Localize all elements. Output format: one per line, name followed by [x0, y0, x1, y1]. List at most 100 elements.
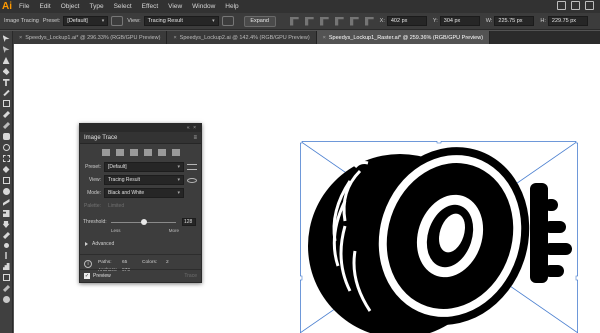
view-dropdown[interactable]: Tracing Result ▾: [143, 16, 219, 26]
view-select[interactable]: Tracing Result ▾: [104, 175, 184, 185]
trace-button[interactable]: Trace: [184, 273, 197, 279]
type-tool-icon[interactable]: [2, 79, 10, 86]
align-right-icon[interactable]: [319, 16, 329, 26]
document-tab-active[interactable]: × Speedys_Lockup1_Raster.ai* @ 259.36% (…: [316, 31, 491, 44]
paths-label: Paths:: [98, 260, 112, 265]
checkmark-icon[interactable]: ✓: [84, 273, 90, 279]
h-field[interactable]: H: 229.75 px: [540, 16, 588, 26]
grayscale-icon[interactable]: [144, 148, 152, 156]
hand-tool-icon[interactable]: [2, 296, 10, 303]
rotate-tool-icon[interactable]: [2, 144, 10, 151]
document-tab-bar: × Speedys_Lockup1.ai* @ 296.33% (RGB/GPU…: [13, 31, 600, 44]
w-value[interactable]: 225.75 px: [494, 16, 535, 26]
eye-icon[interactable]: [221, 16, 234, 26]
low-color-icon[interactable]: [130, 148, 138, 156]
threshold-slider-knob[interactable]: [140, 218, 147, 225]
menu-file[interactable]: File: [14, 0, 34, 13]
slice-tool-icon[interactable]: [2, 284, 10, 293]
eye-icon[interactable]: [187, 177, 197, 183]
advanced-toggle[interactable]: Advanced: [80, 239, 201, 249]
auto-color-icon[interactable]: [102, 148, 110, 156]
align-bottom-icon[interactable]: [364, 16, 374, 26]
outline-icon[interactable]: [172, 148, 180, 156]
paintbrush-tool-icon[interactable]: [2, 110, 10, 119]
y-value[interactable]: 304 px: [439, 16, 480, 26]
menu-edit[interactable]: Edit: [34, 0, 55, 13]
preset-options-icon[interactable]: [111, 16, 124, 26]
shape-builder-tool-icon[interactable]: [2, 188, 10, 195]
perspective-tool-icon[interactable]: [2, 199, 10, 206]
close-icon[interactable]: ×: [173, 35, 176, 41]
panel-menu-icon[interactable]: ≡: [193, 135, 197, 141]
x-field[interactable]: X: 402 px: [380, 16, 427, 26]
eraser-tool-icon[interactable]: [2, 133, 10, 140]
menu-object[interactable]: Object: [56, 0, 85, 13]
blend-tool-icon[interactable]: [3, 243, 9, 248]
free-transform-tool-icon[interactable]: [2, 177, 10, 184]
menu-select[interactable]: Select: [109, 0, 137, 13]
preview-checkbox[interactable]: ✓ Preview: [84, 273, 111, 279]
bbox-handle[interactable]: [300, 141, 303, 144]
paths-stat: Paths: 65: [98, 259, 130, 267]
gradient-tool-icon[interactable]: [2, 221, 10, 228]
y-field[interactable]: Y: 304 px: [433, 16, 480, 26]
preset-select[interactable]: [Default] ▾: [104, 162, 184, 172]
threshold-slider[interactable]: [111, 218, 176, 225]
eyedropper-tool-icon[interactable]: [2, 231, 10, 240]
selection-tool-icon[interactable]: [2, 35, 10, 42]
tab-label: Speedys_Lockup1.ai* @ 296.33% (RGB/GPU P…: [25, 34, 161, 41]
bbox-handle[interactable]: [300, 275, 303, 281]
bbox-handle[interactable]: [575, 275, 578, 281]
direct-selection-tool-icon[interactable]: [2, 46, 10, 53]
panel-titlebar[interactable]: « ×: [80, 124, 201, 132]
expand-button[interactable]: Expand: [243, 15, 276, 27]
mode-select[interactable]: Black and White ▾: [104, 188, 184, 198]
menu-help[interactable]: Help: [220, 0, 243, 13]
menu-view[interactable]: View: [163, 0, 187, 13]
preset-dropdown[interactable]: [Default] ▾: [63, 16, 109, 26]
document-tab[interactable]: × Speedys_Lockup2.ai @ 142.4% (RGB/GPU P…: [167, 31, 317, 44]
pen-tool-icon[interactable]: [2, 68, 10, 75]
align-icon[interactable]: [289, 16, 299, 26]
menu-window[interactable]: Window: [187, 0, 220, 13]
threshold-value[interactable]: 128: [182, 218, 196, 226]
layout-icon[interactable]: [557, 1, 566, 10]
minimize-icon[interactable]: [571, 1, 580, 10]
symbol-sprayer-tool-icon[interactable]: [5, 252, 7, 259]
panel-footer: ✓ Preview Trace: [80, 269, 201, 282]
x-value[interactable]: 402 px: [386, 16, 427, 26]
menu-type[interactable]: Type: [84, 0, 108, 13]
line-tool-icon[interactable]: [2, 89, 10, 97]
document-tab[interactable]: × Speedys_Lockup1.ai* @ 296.33% (RGB/GPU…: [13, 31, 168, 44]
control-bar: Image Tracing Preset: [Default] ▾ View: …: [0, 13, 600, 30]
close-icon[interactable]: ×: [19, 35, 22, 41]
h-value[interactable]: 229.75 px: [547, 16, 588, 26]
collapse-icon[interactable]: « ×: [187, 125, 197, 131]
magic-wand-tool-icon[interactable]: [2, 57, 10, 64]
bbox-handle[interactable]: [575, 141, 578, 144]
menu-effect[interactable]: Effect: [137, 0, 164, 13]
column-graph-tool-icon[interactable]: [2, 263, 10, 270]
maximize-icon[interactable]: [585, 1, 594, 10]
close-icon[interactable]: ×: [323, 35, 326, 41]
less-label: Less: [111, 228, 121, 233]
align-middle-icon[interactable]: [349, 16, 359, 26]
w-field[interactable]: W: 225.75 px: [486, 16, 535, 26]
pencil-tool-icon[interactable]: [2, 121, 10, 130]
chevron-right-icon: [85, 242, 88, 246]
align-center-icon[interactable]: [304, 16, 314, 26]
black-white-icon[interactable]: [158, 148, 166, 156]
bbox-handle[interactable]: [436, 141, 442, 144]
colors-label: Colors:: [142, 260, 158, 265]
artboard-tool-icon[interactable]: [2, 274, 10, 281]
align-top-icon[interactable]: [334, 16, 344, 26]
mesh-tool-icon[interactable]: [2, 210, 10, 217]
traced-artwork[interactable]: [300, 141, 578, 333]
warp-tool-icon[interactable]: [2, 166, 10, 173]
mode-value: Black and White: [108, 190, 145, 196]
mode-row: Mode: Black and White ▾: [80, 187, 201, 199]
high-color-icon[interactable]: [116, 148, 124, 156]
rectangle-tool-icon[interactable]: [2, 100, 10, 107]
scale-tool-icon[interactable]: [2, 155, 10, 162]
preset-menu-icon[interactable]: [187, 164, 197, 170]
